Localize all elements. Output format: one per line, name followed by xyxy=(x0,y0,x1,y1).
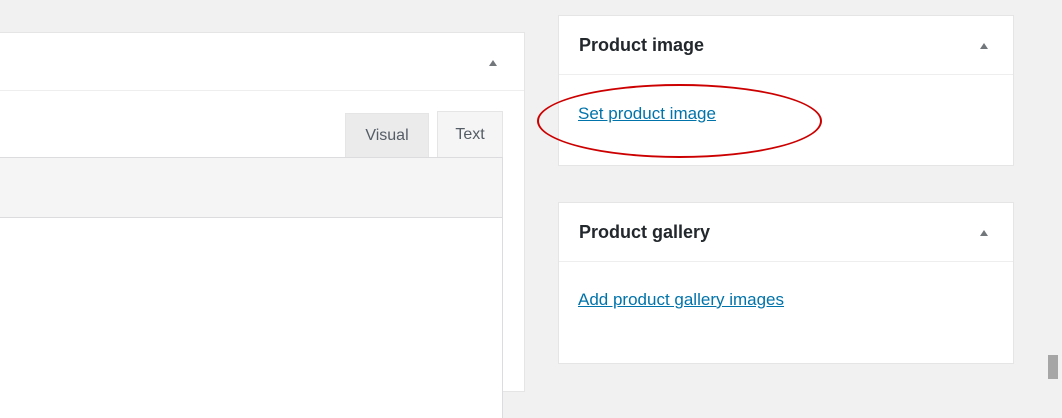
product-gallery-box: Product gallery Add product gallery imag… xyxy=(558,202,1014,364)
product-description-box: Visual Text xyxy=(0,32,525,418)
product-gallery-title: Product gallery xyxy=(579,222,711,242)
collapse-toggle-icon[interactable] xyxy=(489,60,497,66)
scrollbar-thumb[interactable] xyxy=(1048,355,1058,379)
editor-toolbar xyxy=(0,157,503,218)
tab-text[interactable]: Text xyxy=(437,111,503,157)
product-gallery-header[interactable]: Product gallery xyxy=(559,203,1013,262)
collapse-toggle-icon[interactable] xyxy=(980,43,988,49)
highlight-ellipse xyxy=(537,84,822,158)
product-image-header[interactable]: Product image xyxy=(559,16,1013,75)
editor-textarea[interactable] xyxy=(0,218,503,418)
collapse-toggle-icon[interactable] xyxy=(980,230,988,236)
product-image-title: Product image xyxy=(579,35,705,55)
tab-visual[interactable]: Visual xyxy=(345,113,429,157)
editor-header xyxy=(0,33,524,91)
add-gallery-images-link[interactable]: Add product gallery images xyxy=(578,290,784,310)
